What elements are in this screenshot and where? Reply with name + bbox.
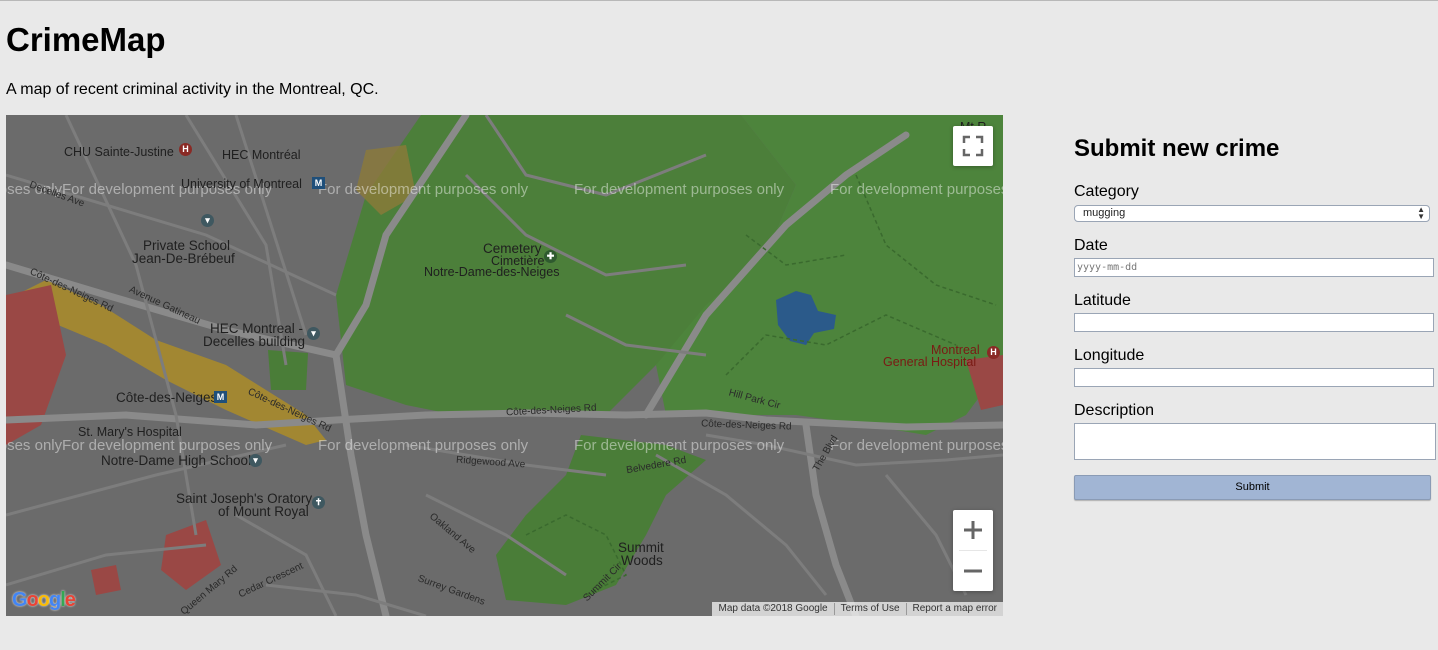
dev-watermark: For development purposes only <box>830 437 1003 454</box>
cemetery-icon[interactable]: ✚ <box>544 250 557 263</box>
zoom-in-button[interactable] <box>953 510 993 550</box>
select-arrows-icon: ▲ ▼ <box>1417 205 1425 221</box>
school-icon[interactable]: ▾ <box>249 454 262 467</box>
date-input[interactable]: yyyy-mm-dd <box>1074 258 1434 277</box>
dev-watermark: For development purposes only <box>6 437 63 454</box>
category-label: Category <box>1074 183 1139 200</box>
hospital-icon[interactable]: H <box>987 346 1000 359</box>
zoom-out-button[interactable] <box>953 551 993 591</box>
dev-watermark: For development purposes only <box>574 437 785 454</box>
longitude-input[interactable] <box>1074 368 1434 387</box>
plus-icon <box>964 521 982 539</box>
description-label: Description <box>1074 402 1155 419</box>
place-label[interactable]: Jean-De-Brébeuf <box>132 252 235 266</box>
google-logo[interactable]: Google <box>12 589 76 612</box>
terms-link[interactable]: Terms of Use <box>833 603 906 615</box>
place-label[interactable]: CHU Sainte-Justine <box>64 146 174 159</box>
category-select[interactable]: mugging ▲ ▼ <box>1074 205 1430 222</box>
zoom-control <box>953 510 993 591</box>
place-label[interactable]: of Mount Royal <box>218 505 309 519</box>
page-title: CrimeMap <box>6 21 166 58</box>
dev-watermark: For development purposes only <box>62 437 273 454</box>
hospital-icon[interactable]: H <box>179 143 192 156</box>
place-label[interactable]: Côte-des-Neiges <box>116 391 217 405</box>
place-label[interactable]: University of Montreal <box>181 178 302 191</box>
place-label[interactable]: Decelles building <box>203 335 305 349</box>
crime-map[interactable]: For development purposes only For develo… <box>6 115 1003 616</box>
school-icon[interactable]: ▾ <box>307 327 320 340</box>
place-label[interactable]: Notre-Dame High School <box>101 454 251 468</box>
map-attribution: Map data ©2018 Google Terms of Use Repor… <box>712 602 1003 616</box>
report-error-link[interactable]: Report a map error <box>905 603 1003 615</box>
place-label[interactable]: Woods <box>621 554 663 568</box>
dev-watermark: For development purposes only <box>318 181 529 198</box>
dev-watermark: For development purposes only <box>830 181 1003 198</box>
dev-watermark: For development purposes only <box>574 181 785 198</box>
longitude-label: Longitude <box>1074 347 1145 364</box>
place-label[interactable]: General Hospital <box>883 356 976 369</box>
metro-icon[interactable]: M <box>214 391 227 403</box>
submit-button[interactable]: Submit <box>1074 475 1431 500</box>
description-textarea[interactable] <box>1074 423 1436 460</box>
fullscreen-icon <box>962 135 984 157</box>
school-icon[interactable]: ▾ <box>201 214 214 227</box>
place-label[interactable]: HEC Montréal <box>222 149 301 162</box>
fullscreen-button[interactable] <box>953 126 993 166</box>
latitude-label: Latitude <box>1074 292 1131 309</box>
minus-icon <box>964 569 982 573</box>
page-subtitle: A map of recent criminal activity in the… <box>6 81 379 98</box>
latitude-input[interactable] <box>1074 313 1434 332</box>
dev-watermark: For development purposes only <box>318 437 529 454</box>
date-label: Date <box>1074 237 1108 254</box>
worship-icon[interactable]: ✝ <box>312 496 325 509</box>
map-data-credit[interactable]: Map data ©2018 Google <box>712 603 833 615</box>
category-selected-value: mugging <box>1083 207 1126 219</box>
place-label[interactable]: Notre-Dame-des-Neiges <box>424 266 559 279</box>
place-label[interactable]: St. Mary's Hospital <box>78 426 182 439</box>
metro-icon[interactable]: M <box>312 177 325 189</box>
form-heading: Submit new crime <box>1074 135 1280 162</box>
